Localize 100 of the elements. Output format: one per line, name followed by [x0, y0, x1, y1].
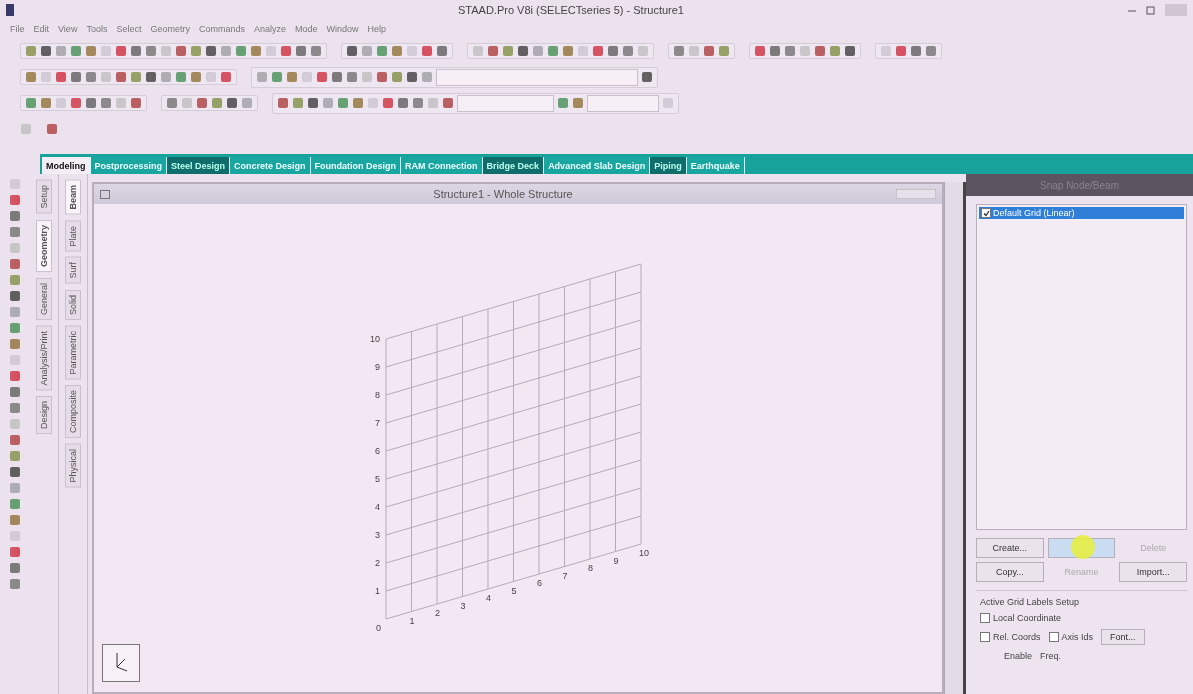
menu-item[interactable]: Select: [116, 24, 142, 34]
tool-icon[interactable]: [9, 258, 21, 270]
tool-icon[interactable]: [145, 71, 157, 83]
checkbox[interactable]: [980, 632, 990, 642]
tool-icon[interactable]: [925, 45, 937, 57]
dialog-button[interactable]: Create...: [976, 538, 1044, 558]
side-tab[interactable]: Surf: [65, 257, 81, 284]
tool-icon[interactable]: [295, 45, 307, 57]
tool-icon[interactable]: [9, 466, 21, 478]
tool-icon[interactable]: [844, 45, 856, 57]
tool-icon[interactable]: [346, 45, 358, 57]
tool-icon[interactable]: [829, 45, 841, 57]
checkbox-option[interactable]: Local Coordinate: [980, 613, 1183, 623]
dropdown-field[interactable]: [436, 68, 638, 86]
tool-icon[interactable]: [397, 97, 409, 109]
tool-icon[interactable]: [9, 210, 21, 222]
dialog-button[interactable]: Import...: [1119, 562, 1187, 582]
tool-icon[interactable]: [307, 97, 319, 109]
dialog-button[interactable]: Copy...: [976, 562, 1044, 582]
side-tab[interactable]: Composite: [65, 385, 81, 439]
tool-icon[interactable]: [190, 71, 202, 83]
tool-icon[interactable]: [331, 71, 343, 83]
tool-icon[interactable]: [641, 71, 653, 83]
tool-icon[interactable]: [502, 45, 514, 57]
tool-icon[interactable]: [9, 226, 21, 238]
tool-icon[interactable]: [130, 71, 142, 83]
tool-icon[interactable]: [562, 45, 574, 57]
tool-icon[interactable]: [25, 97, 37, 109]
ribbon-tab[interactable]: Concrete Design: [230, 157, 311, 174]
tool-icon[interactable]: [55, 71, 67, 83]
tool-icon[interactable]: [115, 71, 127, 83]
tool-icon[interactable]: [9, 386, 21, 398]
menu-item[interactable]: Geometry: [150, 24, 190, 34]
tool-icon[interactable]: [895, 45, 907, 57]
tool-icon[interactable]: [130, 97, 142, 109]
tool-icon[interactable]: [572, 97, 584, 109]
tool-icon[interactable]: [100, 97, 112, 109]
tool-icon[interactable]: [352, 97, 364, 109]
tool-icon[interactable]: [9, 194, 21, 206]
menu-item[interactable]: Help: [367, 24, 387, 34]
tool-icon[interactable]: [9, 514, 21, 526]
tool-icon[interactable]: [145, 45, 157, 57]
side-tab[interactable]: Analysis/Print: [36, 325, 52, 391]
tool-icon[interactable]: [814, 45, 826, 57]
tool-icon[interactable]: [9, 274, 21, 286]
tool-icon[interactable]: [40, 97, 52, 109]
tool-icon[interactable]: [9, 498, 21, 510]
menu-item[interactable]: Commands: [198, 24, 245, 34]
ribbon-tab[interactable]: Bridge Deck: [482, 157, 545, 174]
tool-icon[interactable]: [9, 434, 21, 446]
tool-icon[interactable]: [190, 45, 202, 57]
ribbon-tab[interactable]: Piping: [650, 157, 687, 174]
menu-item[interactable]: Window: [326, 24, 359, 34]
tool-icon[interactable]: [9, 450, 21, 462]
tool-icon[interactable]: [175, 45, 187, 57]
checkbox-option[interactable]: Axis Ids: [1048, 632, 1094, 642]
tool-icon[interactable]: [286, 71, 298, 83]
checkbox[interactable]: [981, 208, 991, 218]
tool-icon[interactable]: [166, 97, 178, 109]
tool-icon[interactable]: [211, 97, 223, 109]
ribbon-tab[interactable]: Earthquake: [686, 157, 745, 174]
tool-icon[interactable]: [487, 45, 499, 57]
tool-icon[interactable]: [391, 71, 403, 83]
tool-icon[interactable]: [220, 71, 232, 83]
tool-icon[interactable]: [25, 45, 37, 57]
side-tab[interactable]: Physical: [65, 444, 81, 488]
tool-icon[interactable]: [703, 45, 715, 57]
tool-icon[interactable]: [9, 546, 21, 558]
tool-icon[interactable]: [607, 45, 619, 57]
tool-icon[interactable]: [337, 97, 349, 109]
font-button[interactable]: Font...: [1101, 629, 1145, 645]
tool-icon[interactable]: [292, 97, 304, 109]
restore-icon[interactable]: [1146, 5, 1155, 15]
tool-icon[interactable]: [235, 45, 247, 57]
tool-icon[interactable]: [85, 45, 97, 57]
list-item[interactable]: Default Grid (Linear): [979, 207, 1184, 219]
tool-icon[interactable]: [175, 71, 187, 83]
tool-icon[interactable]: [271, 71, 283, 83]
tool-icon[interactable]: [9, 290, 21, 302]
side-tab[interactable]: Plate: [65, 220, 81, 252]
tool-icon[interactable]: [547, 45, 559, 57]
dropdown-field[interactable]: [457, 94, 554, 112]
input-field[interactable]: [587, 94, 659, 112]
side-tab[interactable]: Beam: [65, 180, 81, 215]
tool-icon[interactable]: [250, 45, 262, 57]
tool-icon[interactable]: [316, 71, 328, 83]
tool-icon[interactable]: [70, 97, 82, 109]
side-tab[interactable]: Geometry: [36, 219, 52, 272]
tool-icon[interactable]: [622, 45, 634, 57]
dialog-button[interactable]: [1047, 538, 1116, 558]
tool-icon[interactable]: [9, 322, 21, 334]
tool-icon[interactable]: [346, 71, 358, 83]
ribbon-tab[interactable]: Advanced Slab Design: [544, 157, 651, 174]
tool-icon[interactable]: [412, 97, 424, 109]
menu-item[interactable]: Mode: [295, 24, 318, 34]
tool-icon[interactable]: [85, 97, 97, 109]
tool-icon[interactable]: [769, 45, 781, 57]
tool-icon[interactable]: [784, 45, 796, 57]
tool-icon[interactable]: [115, 45, 127, 57]
tool-icon[interactable]: [277, 97, 289, 109]
